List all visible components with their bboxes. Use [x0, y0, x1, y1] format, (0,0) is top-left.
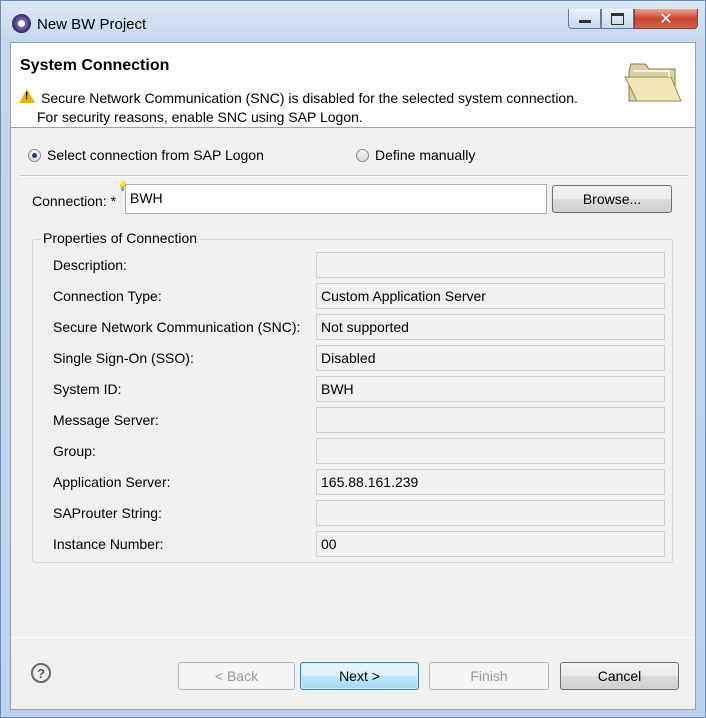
- footer-separator: [11, 637, 695, 638]
- property-value: 00: [316, 531, 665, 557]
- next-button[interactable]: Next >: [300, 662, 419, 690]
- warning-message-line2: For security reasons, enable SNC using S…: [37, 109, 363, 125]
- radio-select-from-sap-logon[interactable]: Select connection from SAP Logon: [28, 147, 264, 163]
- property-value: Not supported: [316, 314, 665, 340]
- browse-button[interactable]: Browse...: [552, 185, 672, 213]
- separator: [20, 175, 688, 177]
- property-row-snc: Secure Network Communication (SNC): Not …: [33, 314, 673, 340]
- property-value: [316, 407, 665, 433]
- page-title: System Connection: [20, 57, 170, 74]
- property-value: BWH: [316, 376, 665, 402]
- property-row-group: Group:: [33, 438, 673, 464]
- property-label: Instance Number:: [53, 536, 164, 552]
- maximize-button[interactable]: [601, 9, 634, 29]
- folder-icon: [624, 63, 682, 102]
- property-row-system-id: System ID: BWH: [33, 376, 673, 402]
- property-label: Connection Type:: [53, 288, 162, 304]
- dialog-content: System Connection ! Secure Network Commu…: [10, 42, 696, 710]
- help-icon[interactable]: ?: [31, 663, 51, 683]
- wizard-header: System Connection ! Secure Network Commu…: [11, 43, 695, 128]
- properties-group: Description: Connection Type: Custom App…: [32, 239, 673, 563]
- close-button[interactable]: ✕: [634, 9, 698, 29]
- minimize-icon: [578, 20, 591, 23]
- back-button[interactable]: < Back: [178, 662, 295, 690]
- property-label: Group:: [53, 443, 96, 459]
- property-label: Single Sign-On (SSO):: [53, 350, 194, 366]
- eclipse-app-icon: [12, 14, 31, 33]
- property-row-description: Description:: [33, 252, 673, 278]
- property-value: 165.88.161.239: [316, 469, 665, 495]
- title-bar[interactable]: New BW Project ✕: [1, 1, 705, 41]
- radio-selected-indicator[interactable]: [28, 148, 41, 162]
- minimize-button[interactable]: [568, 9, 601, 29]
- property-value: [316, 252, 665, 278]
- maximize-icon: [611, 12, 624, 25]
- properties-group-title: Properties of Connection: [41, 230, 200, 246]
- property-row-instance-number: Instance Number: 00: [33, 531, 673, 557]
- window-title: New BW Project: [37, 16, 147, 33]
- property-row-message-server: Message Server:: [33, 407, 673, 433]
- connection-input[interactable]: BWH: [125, 184, 547, 214]
- warning-message-line1: Secure Network Communication (SNC) is di…: [41, 90, 578, 106]
- property-label: System ID:: [53, 381, 122, 397]
- property-label: Secure Network Communication (SNC):: [53, 319, 301, 335]
- property-row-sso: Single Sign-On (SSO): Disabled: [33, 345, 673, 371]
- radio-label: Define manually: [375, 147, 476, 163]
- radio-label: Select connection from SAP Logon: [47, 147, 264, 163]
- property-row-connection-type: Connection Type: Custom Application Serv…: [33, 283, 673, 309]
- property-row-saprouter-string: SAProuter String:: [33, 500, 673, 526]
- dialog-window: New BW Project ✕ System Connection ! Sec…: [0, 0, 706, 718]
- property-value: [316, 438, 665, 464]
- property-label: SAProuter String:: [53, 505, 162, 521]
- property-value: Custom Application Server: [316, 283, 665, 309]
- warning-icon: !: [19, 89, 35, 103]
- property-label: Message Server:: [53, 412, 159, 428]
- property-row-application-server: Application Server: 165.88.161.239: [33, 469, 673, 495]
- property-label: Application Server:: [53, 474, 171, 490]
- property-value: [316, 500, 665, 526]
- property-value: Disabled: [316, 345, 665, 371]
- radio-unselected-indicator[interactable]: [356, 148, 369, 162]
- close-icon: ✕: [659, 10, 673, 28]
- connection-label: Connection: *: [32, 193, 117, 209]
- radio-define-manually[interactable]: Define manually: [356, 147, 475, 163]
- finish-button[interactable]: Finish: [429, 662, 549, 690]
- property-label: Description:: [53, 257, 127, 273]
- cancel-button[interactable]: Cancel: [560, 662, 679, 690]
